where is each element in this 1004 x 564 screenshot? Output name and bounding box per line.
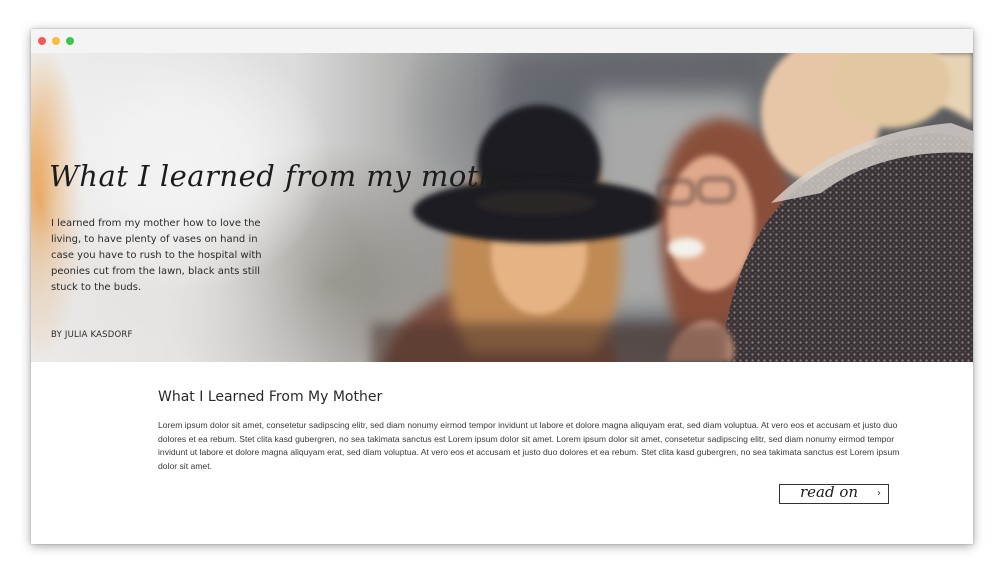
hero-title: What I learned from my mother	[49, 159, 531, 193]
hero-description: I learned from my mother how to love the…	[51, 218, 262, 293]
article-body: Lorem ipsum dolor sit amet, consetetur s…	[158, 420, 900, 471]
browser-window: What I learned from my mother I learned …	[31, 29, 973, 544]
hero-photo	[371, 53, 973, 362]
hero-banner: What I learned from my mother I learned …	[31, 53, 973, 362]
zoom-window-button[interactable]	[66, 37, 74, 45]
window-titlebar	[31, 29, 973, 54]
article-title: What I Learned From My Mother	[158, 389, 383, 405]
close-window-button[interactable]	[38, 37, 46, 45]
minimize-window-button[interactable]	[52, 37, 60, 45]
chevron-right-icon: ›	[877, 488, 881, 499]
hero-byline: BY JULIA KASDORF	[51, 330, 133, 340]
read-on-button[interactable]: read on ›	[779, 483, 889, 504]
read-on-label: read on	[800, 483, 859, 501]
